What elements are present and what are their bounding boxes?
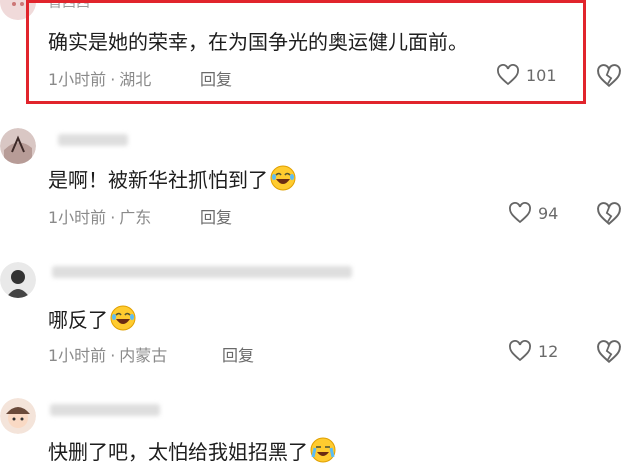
comment-time: 1小时前	[48, 208, 107, 227]
comment-text: 是啊！被新华社抓怕到了	[48, 164, 296, 193]
heart-outline-icon	[509, 340, 531, 362]
meta-separator: ·	[110, 208, 116, 227]
like-button[interactable]: 101	[496, 64, 557, 86]
reply-button[interactable]: 回复	[222, 342, 254, 366]
like-button[interactable]: 12	[508, 340, 558, 362]
laughing-tears-emoji	[110, 305, 136, 331]
broken-heart-icon[interactable]	[596, 202, 622, 226]
avatar[interactable]	[0, 262, 36, 298]
broken-heart-icon[interactable]	[596, 64, 622, 88]
meta-separator: ·	[110, 70, 116, 89]
like-count: 94	[538, 203, 559, 223]
crying-laughing-emoji	[310, 437, 336, 463]
comment-location: 广东	[119, 208, 152, 227]
laughing-tears-emoji	[270, 165, 296, 191]
reply-button[interactable]: 回复	[200, 66, 232, 90]
comment-time: 1小时前	[48, 70, 107, 89]
comment-text: 快删了吧，太怕给我姐招黑了	[48, 436, 336, 465]
comment-text: 哪反了	[48, 304, 136, 333]
heart-outline-icon	[509, 202, 531, 224]
comment-meta: 1小时前 · 湖北	[48, 66, 151, 90]
comment-meta: 1小时前 · 广东	[48, 204, 151, 228]
like-button[interactable]: 94	[508, 202, 558, 224]
comment-location: 内蒙古	[119, 346, 168, 365]
username-blurred	[50, 404, 160, 416]
username-blurred	[52, 266, 352, 278]
avatar[interactable]	[0, 398, 36, 434]
avatar[interactable]	[0, 128, 36, 164]
comment-meta: 1小时前 · 内蒙古	[48, 342, 167, 366]
broken-heart-icon[interactable]	[596, 340, 622, 364]
comment-location: 湖北	[119, 70, 152, 89]
heart-outline-icon	[497, 64, 519, 86]
meta-separator: ·	[110, 346, 116, 365]
comment-time: 1小时前	[48, 346, 107, 365]
reply-button[interactable]: 回复	[200, 204, 232, 228]
username-blurred	[58, 134, 128, 146]
like-count: 101	[526, 65, 557, 85]
like-count: 12	[538, 341, 559, 361]
comment-text: 确实是她的荣幸，在为国争光的奥运健儿面前。	[48, 30, 468, 54]
